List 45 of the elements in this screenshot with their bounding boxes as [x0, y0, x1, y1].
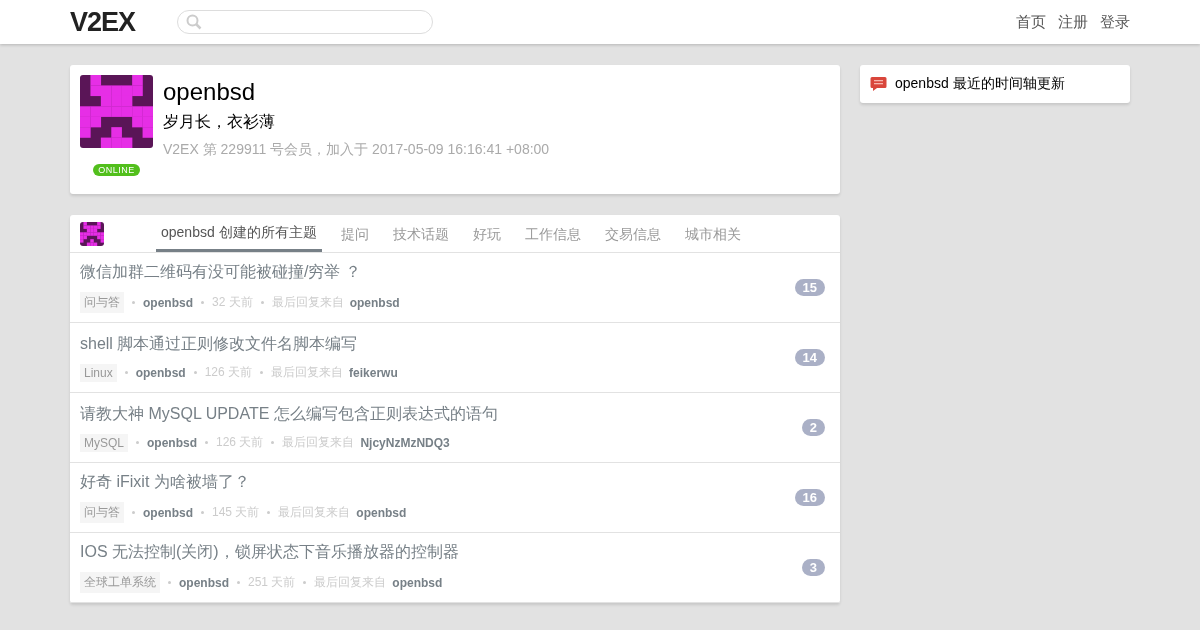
- author-link[interactable]: openbsd: [143, 505, 193, 520]
- tab[interactable]: 好玩: [472, 215, 501, 252]
- author-link[interactable]: openbsd: [147, 435, 197, 450]
- small-avatar-identicon: [80, 221, 104, 246]
- node-tag[interactable]: MySQL: [80, 433, 128, 452]
- topic-title[interactable]: 好奇 iFixit 为啥被墙了？: [80, 472, 795, 493]
- topic-title[interactable]: 请教大神 MySQL UPDATE 怎么编写包含正则表达式的语句: [80, 403, 802, 425]
- tab[interactable]: openbsd 创建的所有主题: [156, 215, 322, 252]
- search-icon: [186, 14, 202, 30]
- node-tag[interactable]: 问与答: [80, 502, 124, 523]
- author-link[interactable]: openbsd: [143, 295, 193, 310]
- topic-title[interactable]: shell 脚本通过正则修改文件名脚本编写: [80, 333, 795, 355]
- tab[interactable]: 城市相关: [684, 215, 741, 252]
- nav-link[interactable]: 首页: [1016, 12, 1046, 32]
- online-badge: ONLINE: [93, 164, 140, 176]
- reply-count[interactable]: 14: [794, 349, 825, 366]
- last-reply-user[interactable]: NjcyNzMzNDQ3: [360, 435, 450, 450]
- tab[interactable]: 工作信息: [524, 215, 581, 252]
- reply-count[interactable]: 2: [801, 419, 825, 436]
- reply-count[interactable]: 15: [794, 279, 825, 296]
- tab[interactable]: 交易信息: [604, 215, 661, 252]
- username: openbsd: [163, 78, 257, 106]
- topic-title[interactable]: 微信加群二维码有没可能被碰撞/穷举 ？: [80, 262, 795, 283]
- node-tag[interactable]: 全球工单系统: [80, 572, 160, 593]
- reply-count[interactable]: 16: [794, 489, 825, 506]
- timeline-text: openbsd 最近的时间轴更新: [895, 75, 1065, 93]
- member-info: V2EX 第 229911 号会员，加入于 2017-05-09 16:16:41 +08:00: [163, 141, 550, 159]
- topic-title[interactable]: IOS 无法控制(关闭)，锁屏状态下音乐播放器的控制器: [80, 542, 802, 563]
- node-tag[interactable]: Linux: [80, 363, 117, 382]
- reply-count[interactable]: 3: [801, 559, 825, 576]
- tagline: 岁月长，衣衫薄: [163, 112, 276, 132]
- author-link[interactable]: openbsd: [135, 365, 186, 380]
- tab[interactable]: 技术话题: [392, 215, 449, 252]
- last-reply-user[interactable]: openbsd: [356, 505, 407, 520]
- tab[interactable]: 提问: [340, 215, 369, 252]
- last-reply-user[interactable]: openbsd: [392, 575, 443, 590]
- node-tag[interactable]: 问与答: [80, 292, 124, 313]
- last-reply-user[interactable]: feikerwu: [349, 365, 398, 380]
- nav-link[interactable]: 登录: [1100, 12, 1130, 32]
- author-link[interactable]: openbsd: [179, 575, 229, 590]
- avatar-identicon: [80, 75, 153, 148]
- site-logo[interactable]: V2EX: [70, 6, 165, 38]
- nav-link[interactable]: 注册: [1058, 12, 1088, 32]
- speech-bubble-icon: [870, 76, 887, 92]
- last-reply-user[interactable]: openbsd: [349, 295, 400, 310]
